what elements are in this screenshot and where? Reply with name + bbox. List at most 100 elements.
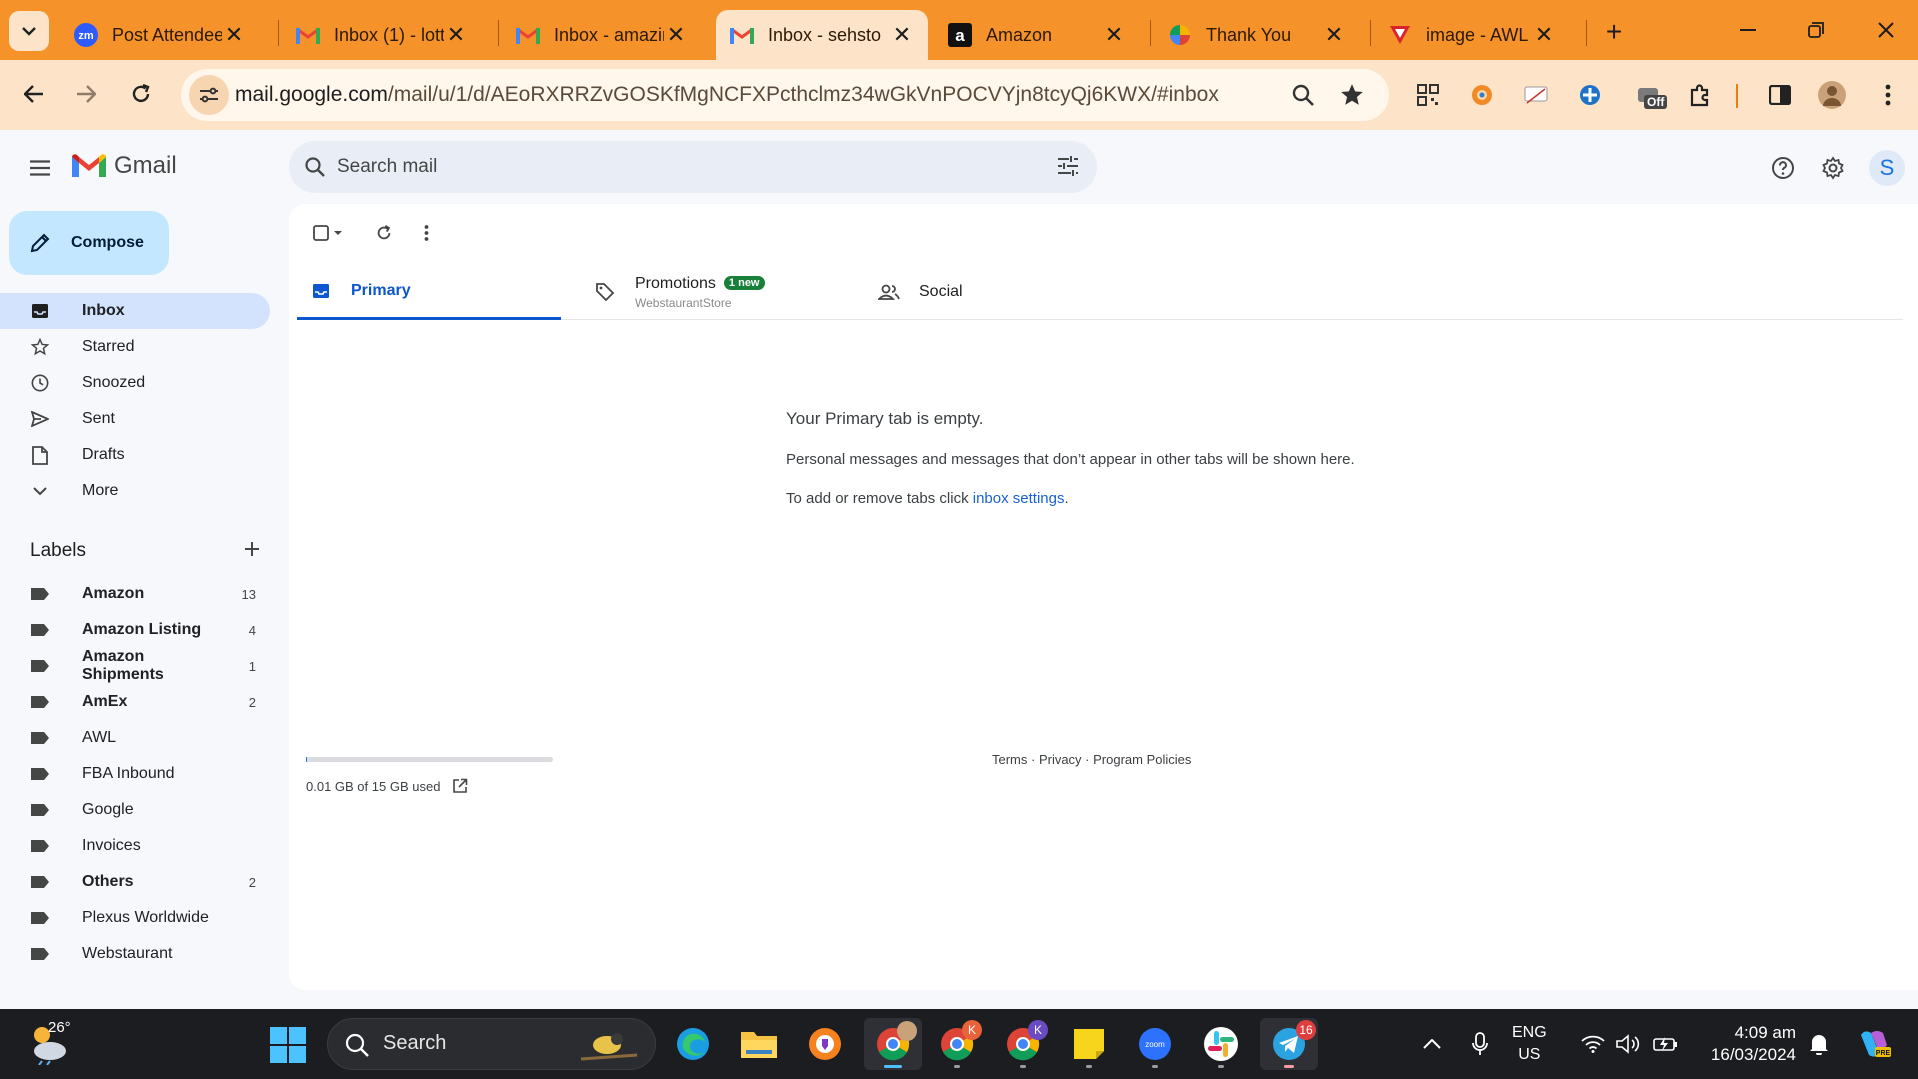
weather-widget[interactable]: 26° [28, 1019, 76, 1069]
tab-promotions[interactable]: Promotions 1 new WebstaurantStore [581, 264, 845, 320]
search-options-button[interactable] [1057, 155, 1079, 182]
select-all-checkbox[interactable] [307, 216, 351, 250]
tab-label: Primary [351, 281, 411, 299]
show-hidden-icons[interactable] [1416, 1009, 1448, 1079]
restore-button[interactable] [1796, 12, 1836, 48]
nav-item-drafts[interactable]: Drafts [0, 437, 270, 473]
reload-button[interactable] [121, 74, 161, 114]
battery-status[interactable] [1650, 1009, 1680, 1079]
browser-tab-gmail-sehsto[interactable]: Inbox - sehsto ✕ [716, 10, 928, 60]
volume-status[interactable] [1614, 1009, 1644, 1079]
puzzle-blue-extension[interactable] [1572, 77, 1608, 113]
support-button[interactable] [1765, 150, 1801, 186]
nav-item-inbox[interactable]: Inbox [0, 293, 270, 329]
start-button[interactable] [270, 1027, 306, 1068]
close-icon[interactable]: ✕ [222, 22, 246, 47]
minimize-button[interactable] [1728, 12, 1768, 48]
main-menu-button[interactable] [22, 150, 58, 186]
browser-tab-zoom[interactable]: zm Post Attendee ✕ [60, 10, 260, 60]
taskbar-edge[interactable] [666, 1018, 720, 1070]
side-panel-button[interactable] [1762, 77, 1798, 113]
taskbar-sticky-notes[interactable] [1062, 1018, 1116, 1070]
browser-tab-gmail-lott[interactable]: Inbox (1) - lott ✕ [282, 10, 482, 60]
copilot-button[interactable]: PRE [1854, 1009, 1894, 1079]
browser-tab-awl[interactable]: image - AWL I ✕ [1374, 10, 1570, 60]
system-clock[interactable]: 4:09 am 16/03/2024 [1696, 1022, 1796, 1066]
search-icon [1292, 84, 1314, 106]
search-button[interactable] [303, 155, 327, 184]
create-label-button[interactable] [244, 541, 260, 562]
refresh-button[interactable] [367, 216, 401, 250]
taskbar-telegram[interactable]: 16 [1260, 1018, 1318, 1070]
label-item-google[interactable]: Google [0, 792, 270, 828]
profile-button[interactable] [1814, 77, 1850, 113]
clock-date: 16/03/2024 [1710, 1045, 1796, 1064]
label-item-amazon-shipments[interactable]: Amazon Shipments 1 [0, 648, 270, 684]
label-item-amex[interactable]: AmEx 2 [0, 684, 270, 720]
back-button[interactable] [14, 74, 54, 114]
address-bar[interactable]: mail.google.com/mail/u/1/d/AEoRXRRZvGOSK… [181, 69, 1389, 121]
new-tab-button[interactable]: + [1598, 16, 1630, 48]
taskbar-chrome-2[interactable]: K [930, 1018, 984, 1070]
settings-button[interactable] [1815, 150, 1851, 186]
site-info-button[interactable] [189, 75, 229, 115]
more-actions-button[interactable] [409, 216, 443, 250]
label-item-webstaurant[interactable]: Webstaurant [0, 936, 270, 972]
inbox-settings-link[interactable]: inbox settings [973, 490, 1065, 507]
close-icon[interactable]: ✕ [1322, 22, 1346, 47]
footer-links[interactable]: Terms · Privacy · Program Policies [992, 752, 1191, 767]
qr-extension[interactable] [1410, 77, 1446, 113]
manage-storage-button[interactable] [452, 778, 468, 794]
label-item-amazon[interactable]: Amazon 13 [0, 576, 270, 612]
nav-item-snoozed[interactable]: Snoozed [0, 365, 270, 401]
label-tag-icon [30, 659, 50, 673]
label-item-invoices[interactable]: Invoices [0, 828, 270, 864]
account-avatar[interactable]: S [1869, 150, 1905, 186]
forward-button[interactable] [66, 74, 106, 114]
compose-button[interactable]: Compose [9, 211, 169, 275]
search-input[interactable] [337, 153, 977, 181]
label-item-awl[interactable]: AWL [0, 720, 270, 756]
category-tabs: Primary Promotions 1 new WebstaurantStore… [297, 264, 1903, 320]
bookmark-star-button[interactable] [1339, 82, 1365, 113]
nav-item-sent[interactable]: Sent [0, 401, 270, 437]
taskbar-chrome-1[interactable] [864, 1018, 922, 1070]
tab-search-button[interactable] [9, 11, 49, 51]
tab-primary[interactable]: Primary [297, 264, 561, 320]
close-window-button[interactable] [1866, 12, 1906, 48]
chevron-down-icon [30, 481, 50, 501]
close-icon[interactable]: ✕ [1532, 22, 1556, 47]
nav-item-starred[interactable]: Starred [0, 329, 270, 365]
nav-item-more[interactable]: More [0, 473, 270, 509]
microphone-indicator[interactable] [1464, 1009, 1496, 1079]
label-item-fba-inbound[interactable]: FBA Inbound [0, 756, 270, 792]
tab-separator [1370, 20, 1371, 46]
browser-tab-gmail-amazin[interactable]: Inbox - amazin ✕ [502, 10, 702, 60]
browser-tab-thank-you[interactable]: Thank You ✕ [1154, 10, 1360, 60]
taskbar-search[interactable]: Search [327, 1018, 656, 1070]
input-language[interactable]: ENG US [1512, 1022, 1547, 1066]
tab-social[interactable]: Social [865, 264, 1129, 320]
browser-tab-amazon[interactable]: a Amazon ✕ [934, 10, 1140, 60]
extensions-button[interactable] [1682, 77, 1718, 113]
wifi-status[interactable] [1578, 1009, 1608, 1079]
label-item-others[interactable]: Others 2 [0, 864, 270, 900]
taskbar-vpn[interactable] [798, 1018, 852, 1070]
taskbar-zoom[interactable]: zoom [1128, 1018, 1182, 1070]
taskbar-file-explorer[interactable] [732, 1018, 786, 1070]
toggle-extension[interactable]: Off [1630, 77, 1672, 113]
close-icon[interactable]: ✕ [1102, 22, 1126, 47]
label-item-plexus-worldwide[interactable]: Plexus Worldwide [0, 900, 270, 936]
browser-menu-button[interactable] [1870, 77, 1906, 113]
label-item-amazon-listing[interactable]: Amazon Listing 4 [0, 612, 270, 648]
close-icon[interactable]: ✕ [444, 22, 468, 47]
taskbar-slack[interactable] [1194, 1018, 1248, 1070]
login-extension[interactable] [1518, 77, 1554, 113]
gmail-logo[interactable]: Gmail [72, 152, 177, 180]
zoom-lens-button[interactable] [1291, 83, 1315, 112]
notifications-button[interactable] [1804, 1009, 1834, 1079]
close-icon[interactable]: ✕ [664, 22, 688, 47]
close-icon[interactable]: ✕ [890, 22, 914, 47]
color-extension[interactable] [1464, 77, 1500, 113]
taskbar-chrome-3[interactable]: K [996, 1018, 1050, 1070]
